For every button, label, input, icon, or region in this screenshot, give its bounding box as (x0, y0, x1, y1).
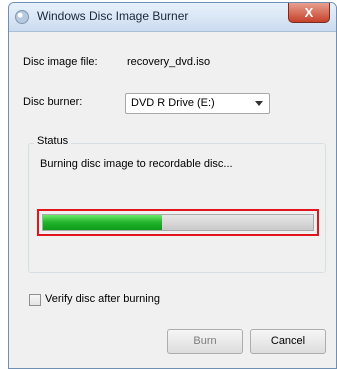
progress-fill (43, 215, 162, 230)
dialog-content: Disc image file: recovery_dvd.iso Disc b… (9, 32, 336, 368)
disc-burner-dropdown[interactable]: DVD R Drive (E:) (125, 93, 270, 114)
disc-icon (15, 10, 29, 24)
title-bar[interactable]: Windows Disc Image Burner X (9, 3, 336, 32)
verify-checkbox-label[interactable]: Verify disc after burning (45, 293, 160, 305)
progress-highlight-box (37, 209, 319, 236)
chevron-down-icon (255, 101, 263, 106)
burn-progress-bar (42, 214, 314, 231)
disc-image-file-label: Disc image file: (23, 56, 98, 68)
verify-checkbox[interactable] (29, 294, 41, 306)
close-button[interactable]: X (288, 3, 330, 23)
disc-burner-selected: DVD R Drive (E:) (131, 97, 215, 109)
burn-button[interactable]: Burn (167, 329, 243, 354)
window-title: Windows Disc Image Burner (37, 9, 189, 23)
status-group-title: Status (34, 135, 72, 147)
status-message: Burning disc image to recordable disc... (40, 158, 233, 170)
disc-image-file-value: recovery_dvd.iso (127, 56, 211, 68)
disc-image-burner-window: Windows Disc Image Burner X Disc image f… (8, 2, 337, 369)
disc-burner-label: Disc burner: (23, 96, 83, 108)
cancel-button[interactable]: Cancel (250, 329, 326, 354)
